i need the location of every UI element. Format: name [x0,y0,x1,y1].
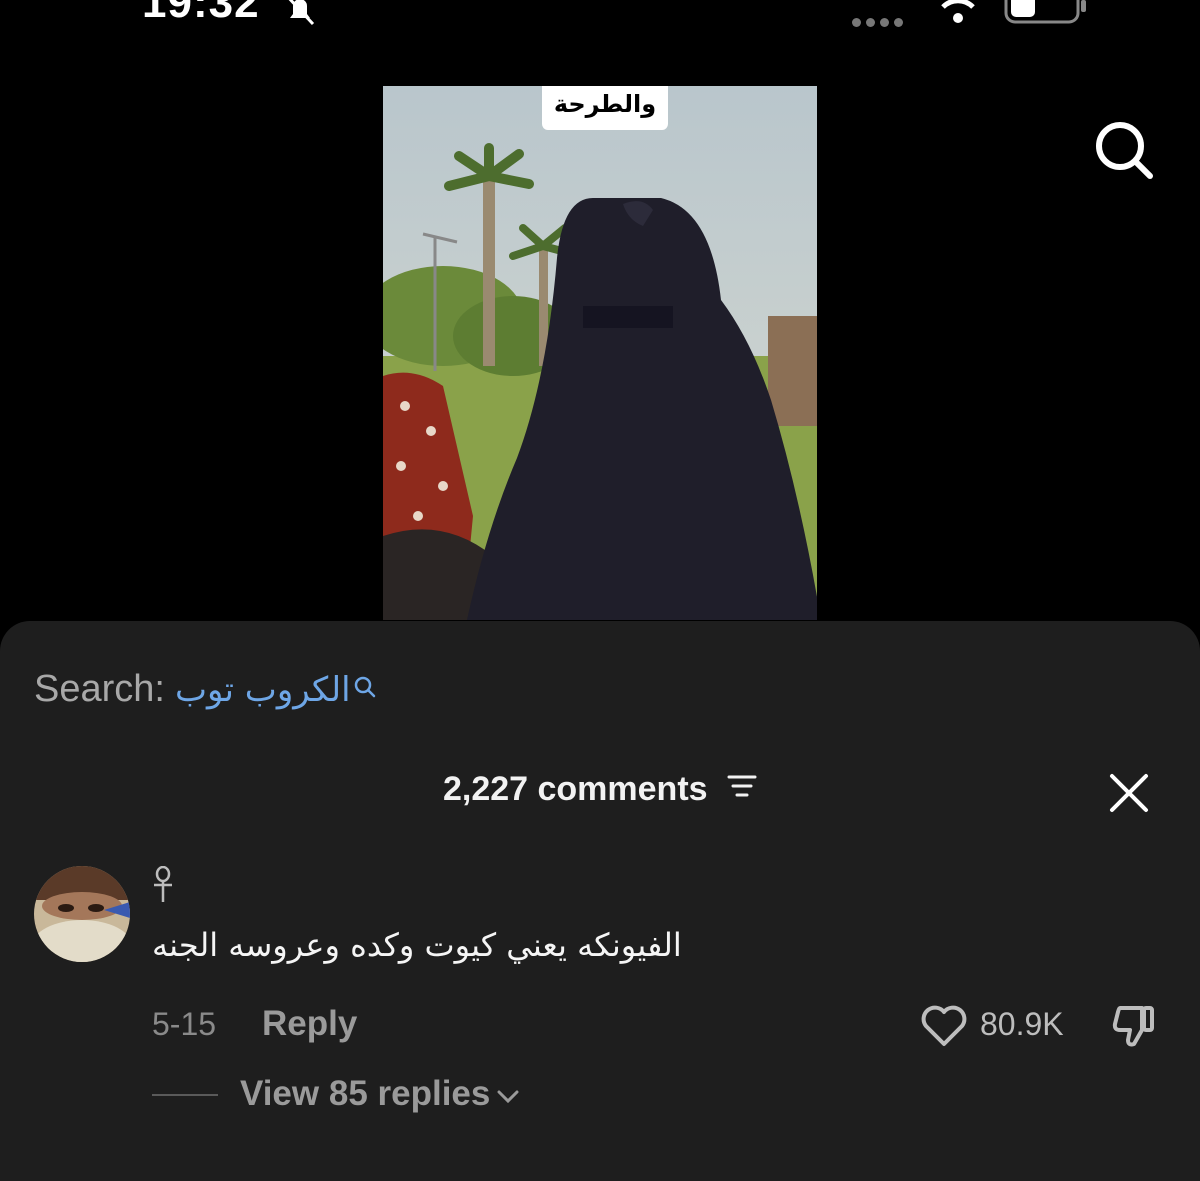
view-replies-label: View 85 replies [240,1074,491,1113]
comment-username[interactable]: ☥ [152,865,174,909]
video-player[interactable] [383,86,817,620]
status-bar: 19:32 [0,0,1200,40]
avatar[interactable] [34,866,130,962]
view-replies-button[interactable]: View 85 replies [240,1074,520,1114]
like-count: 80.9K [980,1006,1064,1042]
comments-header: 2,227 comments [0,770,1200,809]
thumbs-down-icon [1110,1006,1158,1054]
close-icon [1108,774,1150,818]
signal-dots-icon [852,14,908,32]
comments-count-title: 2,227 comments [442,770,708,808]
close-button[interactable] [1108,772,1150,819]
heart-icon [920,1005,968,1052]
video-frame-image [383,86,817,620]
bell-muted-icon [282,0,318,33]
search-icon [353,666,377,709]
sort-filter-icon[interactable] [727,769,757,808]
status-time: 19:32 [142,0,260,27]
reply-button[interactable]: Reply [262,1004,357,1044]
battery-icon [1004,0,1090,31]
search-icon[interactable] [1092,118,1156,187]
search-term-link[interactable]: الكروب توب [175,670,351,710]
comment-text: الفيونكه يعني كيوت وكده وعروسه الجنه [152,926,682,964]
replies-divider [152,1094,218,1096]
like-button[interactable] [920,1004,968,1053]
comment-date: 5-15 [152,1006,217,1042]
search-suggestion[interactable]: Search: الكروب توب [34,668,377,711]
chevron-down-icon [496,1074,520,1114]
ankh-icon [152,865,174,908]
search-label: Search: [34,668,165,710]
wifi-icon [930,0,986,31]
dislike-button[interactable] [1110,1004,1158,1055]
video-caption-overlay: والطرحة [542,86,668,130]
